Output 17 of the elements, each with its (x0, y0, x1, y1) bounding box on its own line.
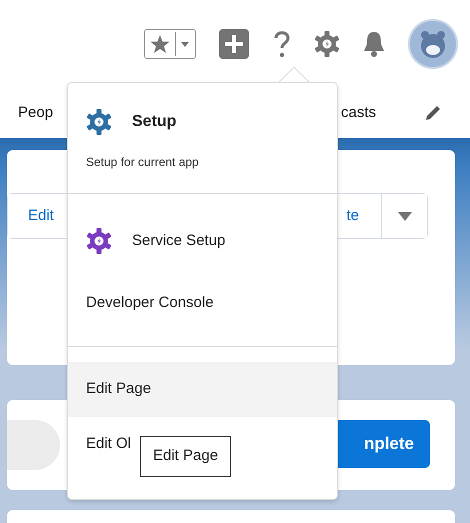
tooltip: Edit Page (140, 436, 232, 476)
avatar[interactable] (408, 19, 458, 69)
pencil-icon[interactable] (424, 104, 442, 122)
plus-icon[interactable] (218, 28, 250, 60)
menu-description: Setup for current app (85, 154, 200, 171)
menu-item[interactable]: Setup (68, 97, 337, 147)
dropdown-button[interactable] (381, 194, 427, 238)
nav-tab[interactable]: Peop (18, 102, 54, 124)
nav-tab[interactable]: casts (340, 102, 376, 124)
menu-item[interactable]: Edit Ol (68, 417, 132, 472)
menu-item[interactable]: Service Setup (68, 216, 337, 266)
menu-item[interactable]: Edit Page (68, 362, 337, 417)
bell-icon[interactable] (362, 30, 386, 58)
caret-icon (398, 212, 412, 220)
help-icon[interactable] (272, 29, 292, 59)
settings-icon[interactable] (314, 31, 340, 57)
menu-item[interactable]: Developer Console (68, 278, 214, 328)
